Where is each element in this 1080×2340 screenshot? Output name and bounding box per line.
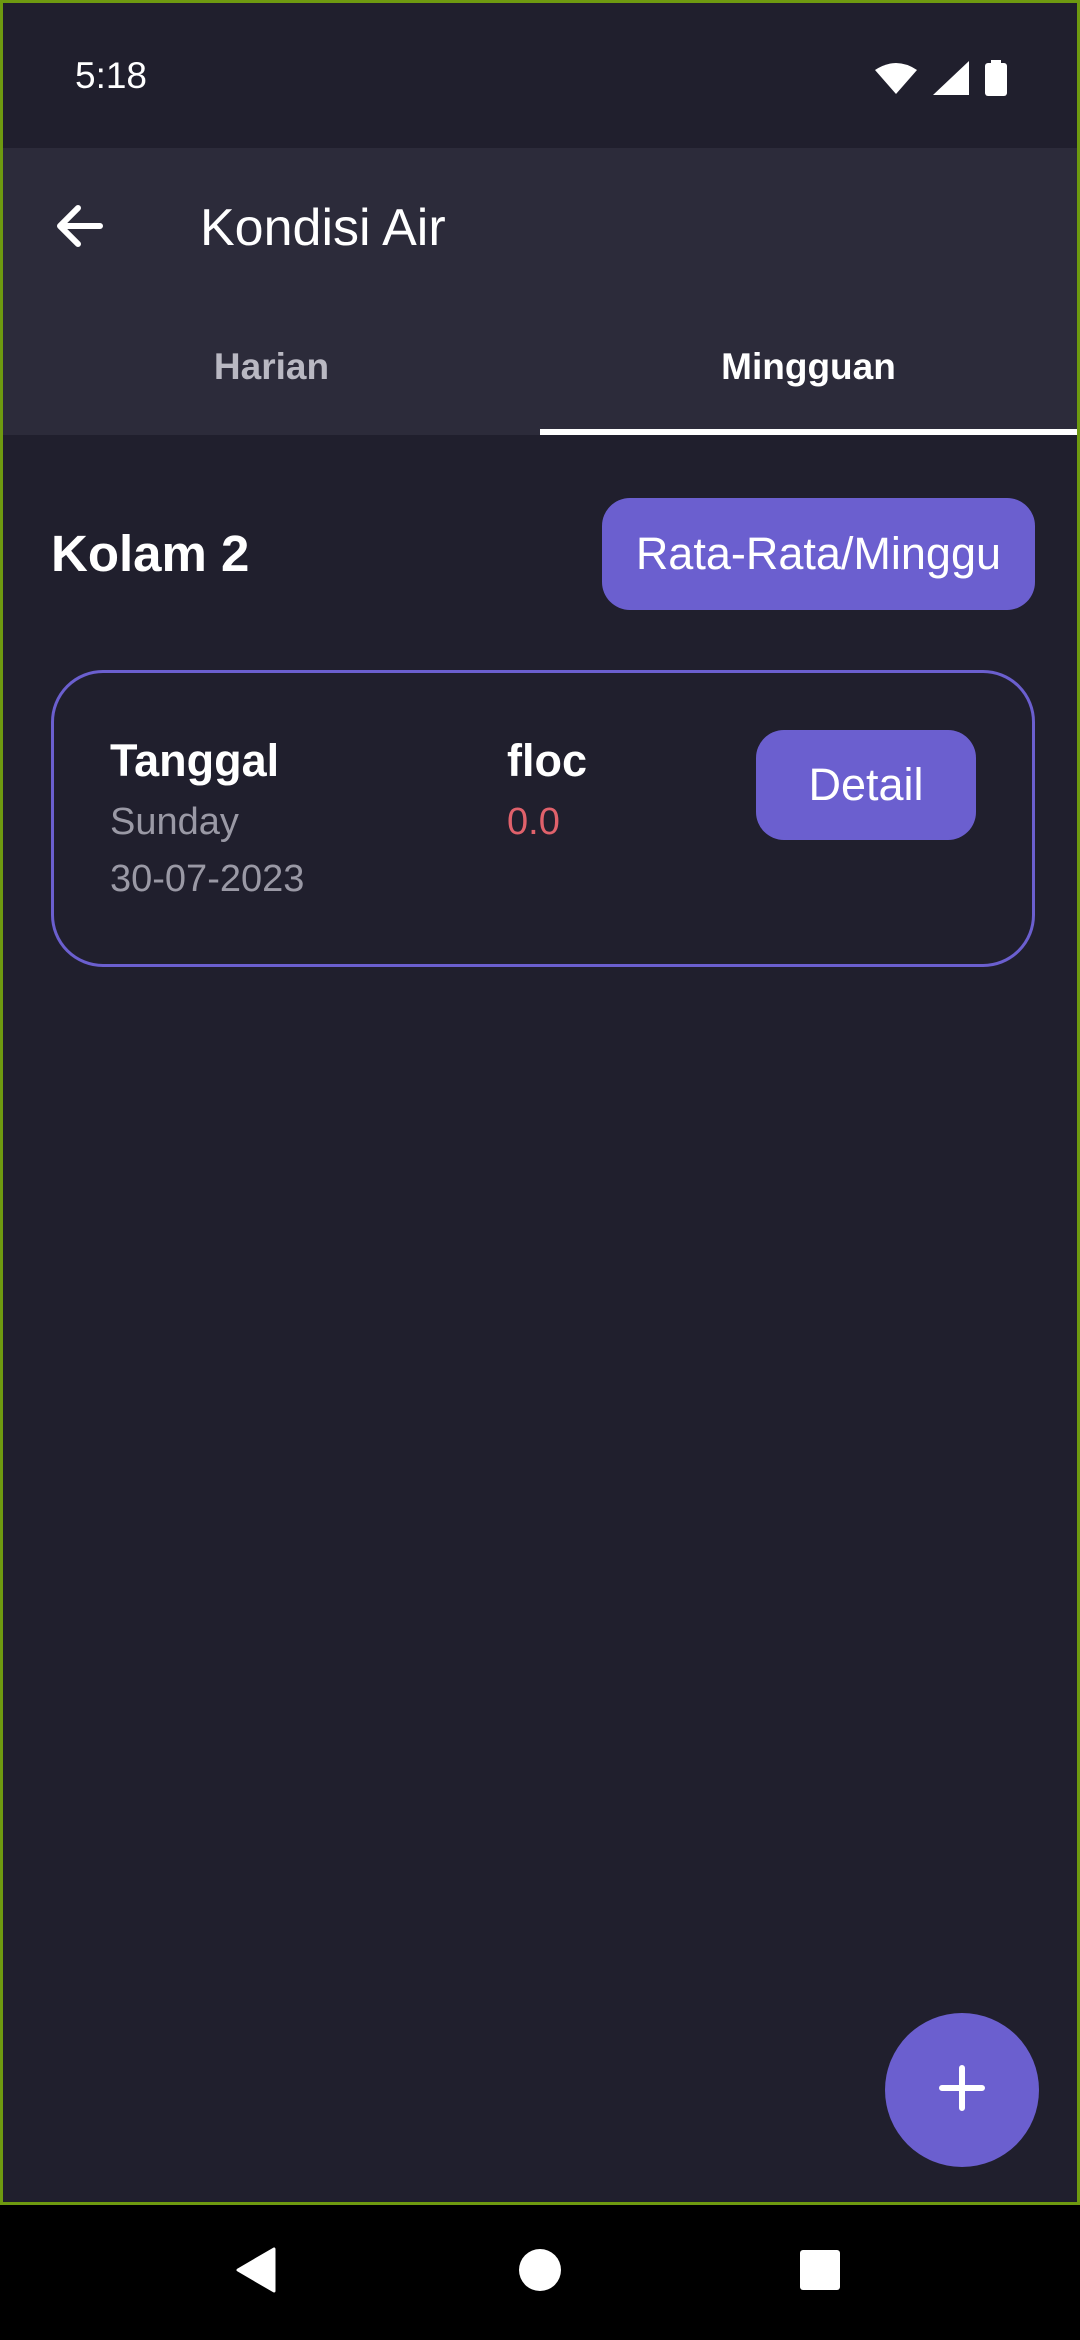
weekly-average-label: Rata-Rata/Minggu: [635, 528, 1001, 579]
page-title: Kondisi Air: [200, 199, 446, 257]
tab-harian[interactable]: Harian: [3, 298, 540, 435]
floc-value: 0.0: [507, 801, 560, 843]
record-date: 30-07-2023: [110, 858, 305, 900]
floc-label: floc: [507, 735, 588, 786]
battery-icon: [985, 60, 1007, 96]
status-time: 5:18: [75, 55, 148, 96]
section-header: Kolam 2 Rata-Rata/Minggu: [51, 498, 1035, 610]
detail-label: Detail: [808, 759, 924, 810]
nav-back-button[interactable]: [196, 2205, 316, 2340]
tab-indicator: [540, 429, 1077, 435]
plus-icon: [939, 2064, 985, 2116]
date-label: Tanggal: [110, 735, 280, 786]
system-nav-bar: [0, 2205, 1080, 2340]
app-screen: 5:18 Kondisi Air Harian Mingguan Kolam 2…: [0, 0, 1080, 2205]
date-column: Tanggal Sunday 30-07-2023: [110, 735, 304, 901]
floc-column: floc 0.0: [507, 735, 587, 844]
tab-mingguan[interactable]: Mingguan: [540, 298, 1077, 435]
app-bar: Kondisi Air Harian Mingguan: [3, 148, 1077, 435]
recents-square-icon: [799, 2249, 841, 2296]
cellular-signal-icon: [933, 61, 969, 95]
nav-home-button[interactable]: [480, 2205, 600, 2340]
arrow-left-icon: [54, 204, 104, 253]
back-triangle-icon: [236, 2247, 276, 2298]
record-day: Sunday: [110, 801, 239, 843]
pond-title: Kolam 2: [51, 525, 250, 582]
add-record-button[interactable]: [885, 2013, 1039, 2167]
tab-bar: Harian Mingguan: [3, 298, 1077, 435]
status-icons: [875, 60, 1007, 96]
detail-button[interactable]: Detail: [756, 730, 976, 840]
back-button[interactable]: [39, 188, 119, 268]
wifi-icon: [875, 62, 917, 94]
nav-recents-button[interactable]: [760, 2205, 880, 2340]
weekly-average-button[interactable]: Rata-Rata/Minggu: [601, 498, 1035, 610]
status-bar: 5:18: [3, 3, 1077, 148]
home-circle-icon: [518, 2248, 562, 2297]
tab-label: Mingguan: [721, 345, 896, 387]
tab-label: Harian: [213, 345, 330, 387]
record-card: Tanggal Sunday 30-07-2023 floc 0.0 Detai…: [51, 670, 1035, 967]
